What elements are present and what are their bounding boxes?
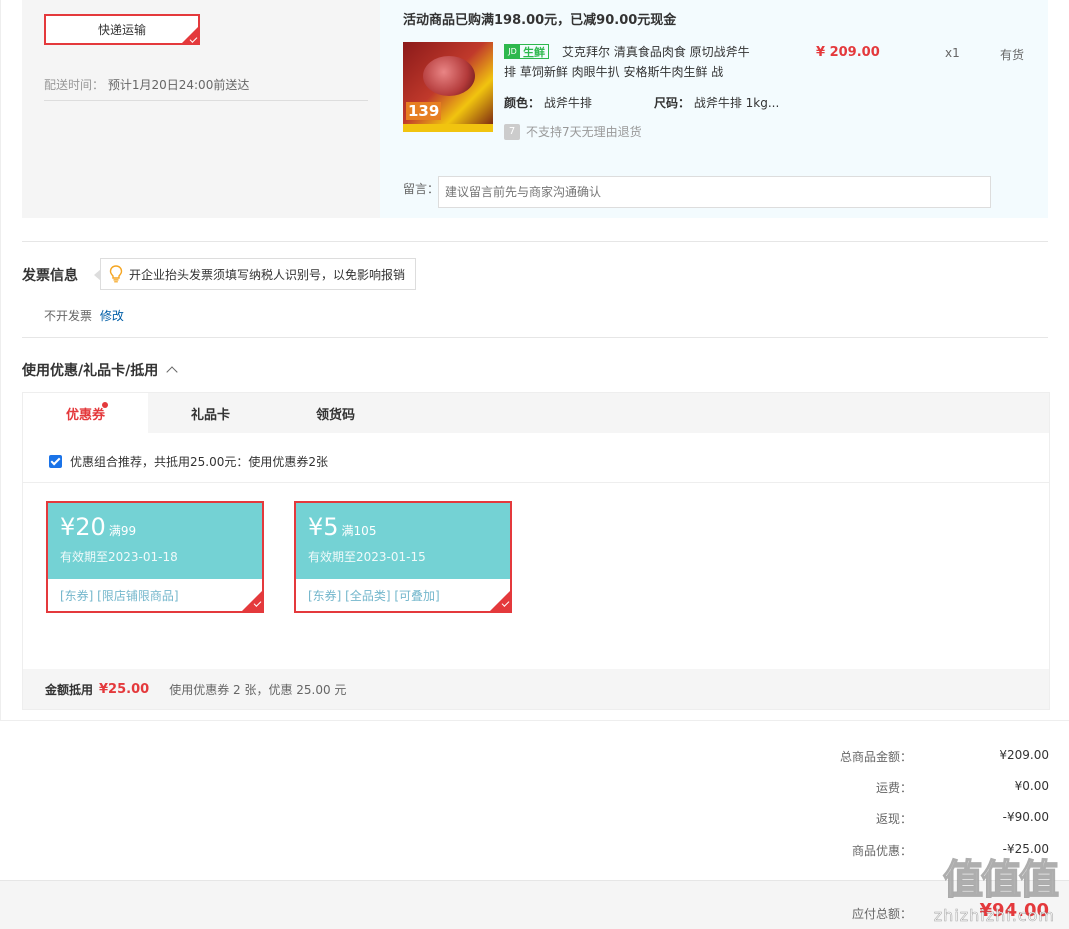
shipping-divider	[44, 100, 368, 101]
coupon-section-toggle[interactable]: 使用优惠/礼品卡/抵用	[22, 360, 178, 380]
product-price: ¥ 209.00	[816, 45, 880, 60]
coupon-amount: ¥20 满99	[60, 513, 136, 541]
summary-row: 商品优惠： -¥25.00	[0, 842, 1069, 862]
color-value: 战斧牛排	[543, 96, 592, 110]
no-7day-return-icon: 7	[504, 123, 520, 140]
recommend-checkbox[interactable]	[49, 455, 62, 468]
coupon-card-top: ¥20 满99 有效期至2023-01-18	[48, 503, 262, 579]
coupon-section-title: 使用优惠/礼品卡/抵用	[22, 363, 159, 379]
deduction-amount: ¥25.00	[99, 681, 150, 697]
coupon-tags: [东券] [限店铺限商品]	[60, 589, 179, 603]
recommend-text: 优惠组合推荐，共抵用25.00元：使用优惠券2张	[70, 455, 328, 469]
product-stock-status: 有货	[1000, 48, 1025, 62]
product-color: 颜色： 战斧牛排	[504, 94, 592, 111]
coupon-expire: 有效期至2023-01-18	[60, 550, 178, 564]
invoice-value-text: 不开发票	[44, 309, 93, 323]
tab-gift-card[interactable]: 礼品卡	[148, 393, 273, 433]
section-divider	[22, 241, 1048, 242]
coupon-panel-footer: 金额抵用 ¥25.00 使用优惠券 2 张，优惠 25.00 元	[23, 669, 1049, 709]
size-value: 战斧牛排 1kg...	[693, 96, 780, 110]
panel-divider	[23, 482, 1049, 483]
coupon-amount-value: ¥20	[60, 513, 106, 541]
tab-label: 礼品卡	[190, 407, 230, 423]
delivery-time-label: 配送时间：	[44, 78, 105, 92]
coupon-card-top: ¥5 满105 有效期至2023-01-15	[296, 503, 510, 579]
color-label: 颜色：	[504, 96, 541, 110]
order-item-panel: 活动商品已购满198.00元，已减90.00元现金 139 艾克拜尔 清真食品肉…	[380, 0, 1048, 218]
summary-value: ¥209.00	[999, 748, 1049, 762]
product-quantity: x1	[945, 46, 960, 60]
summary-value: -¥25.00	[1002, 842, 1049, 856]
product-image-strip	[403, 124, 493, 132]
selected-check-icon	[490, 591, 510, 611]
coupon-tags: [东券] [全品类] [可叠加]	[308, 589, 440, 603]
promo-title: 活动商品已购满198.00元，已减90.00元现金	[403, 13, 677, 28]
tab-redeem-code[interactable]: 领货码	[273, 393, 398, 433]
deduction-label: 金额抵用	[45, 682, 94, 697]
summary-row: 返现： -¥90.00	[0, 810, 1069, 830]
tab-coupons[interactable]: 优惠券	[23, 393, 148, 433]
summary-value: -¥90.00	[1002, 810, 1049, 824]
summary-label: 运费：	[875, 781, 912, 795]
steak-graphic	[423, 56, 475, 96]
total-bar: 应付总额： ¥94.00	[0, 880, 1069, 929]
fresh-badge-text: 生鲜	[523, 45, 545, 59]
selected-check-icon	[242, 591, 262, 611]
invoice-tip: 开企业抬头发票须填写纳税人识别号，以免影响报销	[93, 258, 417, 290]
coupon-tab-bar: 优惠券 礼品卡 领货码	[23, 393, 1049, 433]
invoice-edit-link[interactable]: 修改	[100, 309, 124, 323]
selected-check-icon	[182, 27, 198, 43]
return-policy-note: 7 不支持7天无理由退货	[504, 123, 642, 140]
product-size: 尺码： 战斧牛排 1kg...	[654, 94, 779, 111]
shipping-method-panel: 快递运输 配送时间： 预计1月20日24:00前送达	[22, 0, 380, 218]
return-policy-text: 不支持7天无理由退货	[526, 125, 642, 139]
coupon-panel: 优惠券 礼品卡 领货码 优惠组合推荐，共抵用25.00元：使用优惠券2张 ¥20…	[22, 392, 1050, 710]
coupon-card[interactable]: ¥20 满99 有效期至2023-01-18 [东券] [限店铺限商品]	[46, 501, 264, 613]
express-shipping-label: 快递运输	[97, 23, 146, 37]
invoice-value: 不开发票 修改	[44, 307, 124, 324]
message-label: 留言：	[403, 182, 440, 196]
total-value: ¥94.00	[979, 900, 1049, 921]
coupon-amount-value: ¥5	[308, 513, 339, 541]
fresh-badge: JD 生鲜	[504, 44, 549, 59]
delivery-time-value: 预计1月20日24:00前送达	[107, 78, 250, 92]
summary-row: 运费： ¥0.00	[0, 779, 1069, 799]
new-dot-icon	[102, 402, 108, 408]
product-image-price: 139	[406, 102, 442, 120]
invoice-tip-text: 开企业抬头发票须填写纳税人识别号，以免影响报销	[129, 267, 406, 282]
coupon-amount: ¥5 满105	[308, 513, 376, 541]
seller-message-input[interactable]	[438, 176, 991, 208]
shipping-block: 快递运输 配送时间： 预计1月20日24:00前送达 活动商品已购满198.00…	[22, 0, 1048, 218]
tab-label: 优惠券	[65, 407, 105, 423]
summary-divider	[0, 720, 1069, 721]
summary-label: 返现：	[875, 812, 912, 826]
recommend-combo[interactable]: 优惠组合推荐，共抵用25.00元：使用优惠券2张	[49, 453, 328, 470]
total-label: 应付总额：	[851, 907, 912, 921]
delivery-time: 配送时间： 预计1月20日24:00前送达	[44, 76, 249, 93]
chevron-up-icon	[166, 366, 178, 378]
coupon-card[interactable]: ¥5 满105 有效期至2023-01-15 [东券] [全品类] [可叠加]	[294, 501, 512, 613]
deduction-description: 使用优惠券 2 张，优惠 25.00 元	[169, 682, 347, 697]
product-image[interactable]: 139	[403, 42, 493, 132]
page-left-border	[0, 0, 1, 720]
coupon-condition: 满99	[108, 524, 137, 538]
tab-label: 领货码	[315, 407, 355, 423]
summary-label: 总商品金额：	[839, 750, 912, 764]
jd-fresh-icon: JD	[505, 45, 520, 58]
coupon-expire: 有效期至2023-01-15	[308, 550, 426, 564]
summary-label: 商品优惠：	[851, 844, 912, 858]
size-label: 尺码：	[654, 96, 691, 110]
summary-value: ¥0.00	[1014, 779, 1049, 793]
coupon-condition: 满105	[341, 524, 377, 538]
summary-row: 总商品金额： ¥209.00	[0, 748, 1069, 768]
invoice-title: 发票信息	[22, 268, 78, 284]
lightbulb-icon	[109, 265, 123, 283]
section-divider	[22, 337, 1048, 338]
express-shipping-option[interactable]: 快递运输	[44, 14, 200, 45]
